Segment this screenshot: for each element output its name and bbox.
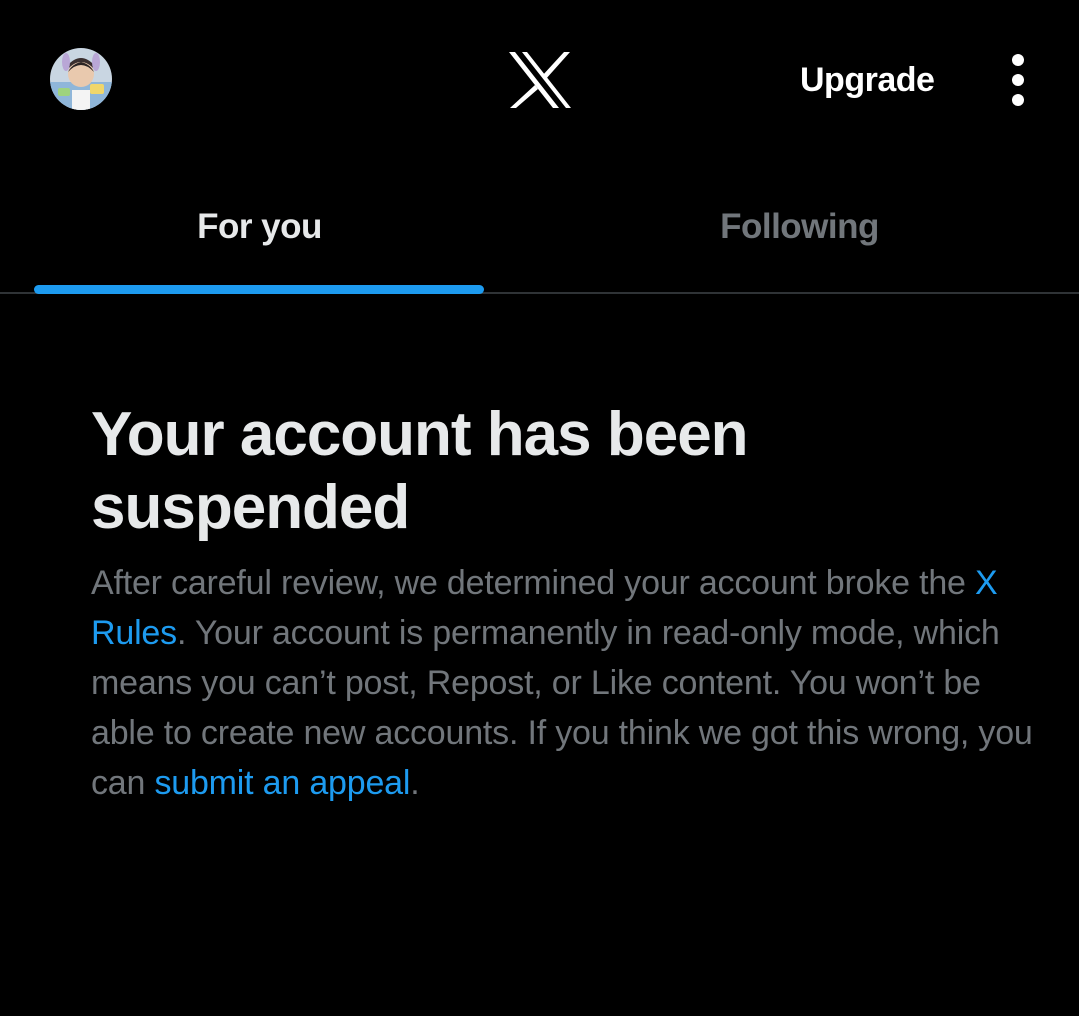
x-logo-icon[interactable] [509,52,571,108]
upgrade-button[interactable]: Upgrade [800,58,935,102]
more-dot [1012,54,1024,66]
more-vertical-icon[interactable] [996,50,1040,110]
timeline-tabs: For you Following [0,160,1079,294]
active-tab-indicator [34,285,484,294]
notice-body: After careful review, we determined your… [91,558,1051,808]
more-dot [1012,74,1024,86]
more-dot [1012,94,1024,106]
tab-following[interactable]: Following [540,160,1079,292]
tab-for-you[interactable]: For you [0,160,539,292]
tab-label: Following [720,207,879,246]
submit-appeal-link[interactable]: submit an appeal [154,764,410,802]
top-bar: Upgrade [0,0,1079,160]
tab-label: For you [197,207,322,246]
notice-text: After careful review, we determined your… [91,564,975,602]
notice-title: Your account has been suspended [91,400,749,542]
suspension-notice: Your account has been suspended After ca… [91,398,1051,808]
notice-text: . [410,764,420,802]
user-avatar-icon[interactable] [50,48,112,110]
